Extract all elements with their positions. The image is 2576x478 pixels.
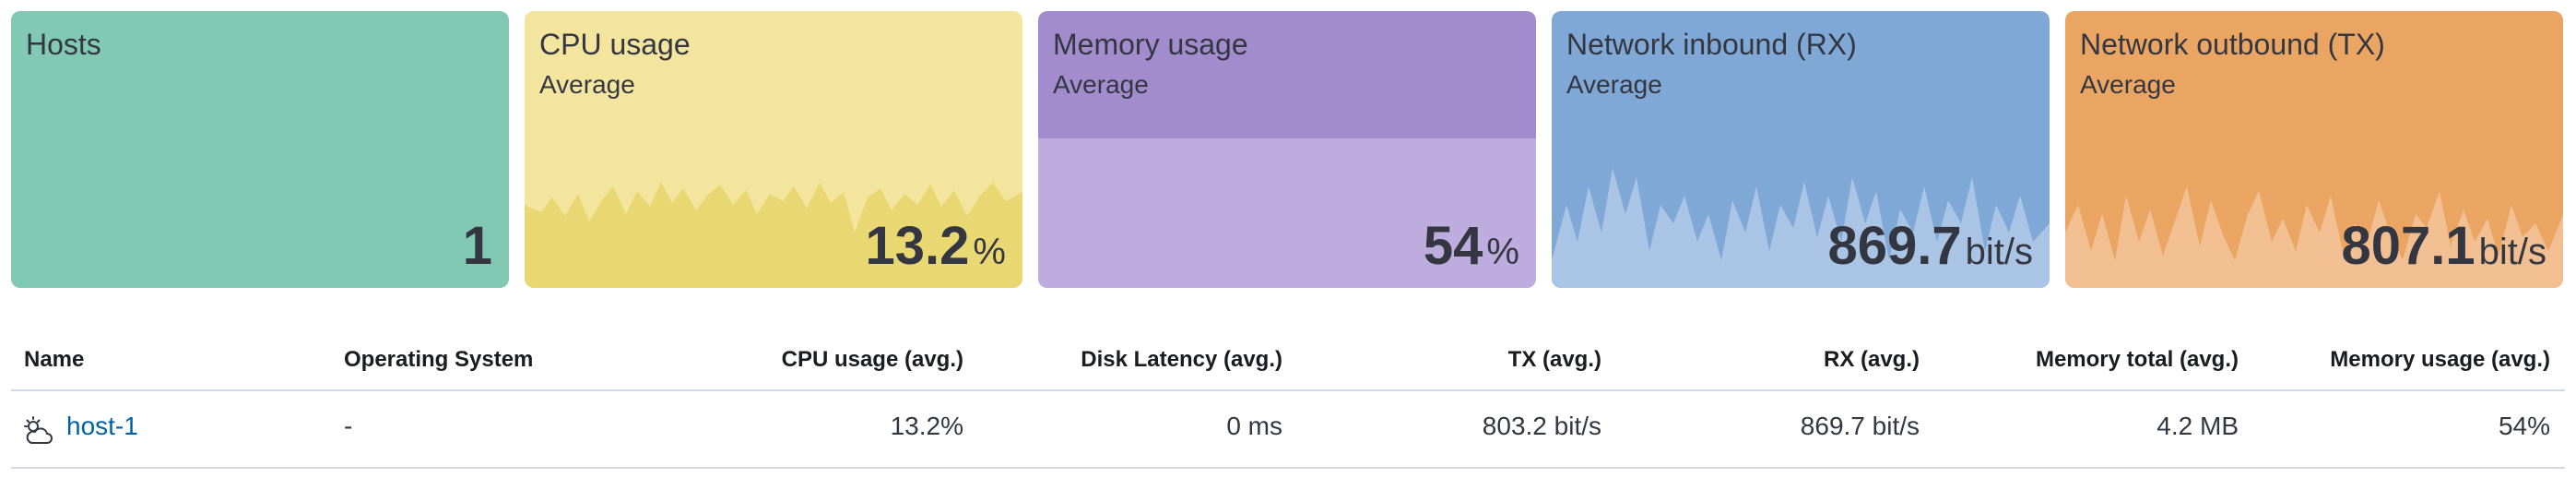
column-header-name[interactable]: Name xyxy=(24,347,84,373)
memory-card-value: 54% xyxy=(1424,220,1519,273)
memory-value: 54 xyxy=(1423,216,1483,276)
memory-card-subtitle: Average xyxy=(1053,70,1149,99)
cloud-sun-icon xyxy=(24,416,53,444)
cpu-card: CPU usage Average 13.2% xyxy=(525,11,1022,288)
network-rx-unit: bit/s xyxy=(1965,232,2033,272)
network-tx-unit: bit/s xyxy=(2478,232,2546,272)
host-disk-latency-cell: 0 ms xyxy=(1226,412,1282,440)
host-rx-cell: 869.7 bit/s xyxy=(1800,412,1920,440)
hosts-card-title: Hosts xyxy=(26,28,101,61)
column-header-memory-total[interactable]: Memory total (avg.) xyxy=(2036,347,2239,373)
network-tx-value: 807.1 xyxy=(2341,216,2476,276)
cpu-unit: % xyxy=(973,232,1006,272)
hosts-value: 1 xyxy=(462,216,492,276)
column-header-memory-usage[interactable]: Memory usage (avg.) xyxy=(2330,347,2550,373)
host-cpu-cell: 13.2% xyxy=(890,412,963,440)
network-rx-card-value: 869.7 bit/s xyxy=(1827,220,2033,273)
column-header-os[interactable]: Operating System xyxy=(344,347,533,373)
hosts-table: Name Operating System CPU usage (avg.) D… xyxy=(11,334,2565,469)
cpu-card-subtitle: Average xyxy=(539,70,635,99)
host-os-cell: - xyxy=(344,412,353,440)
network-rx-card-title: Network inbound (RX) xyxy=(1566,28,1857,61)
network-rx-value: 869.7 xyxy=(1827,216,1962,276)
column-header-rx[interactable]: RX (avg.) xyxy=(1824,347,1920,373)
host-name-link[interactable]: host-1 xyxy=(66,412,138,441)
metric-cards: Hosts 1 CPU usage Average 13.2% Memory u… xyxy=(11,11,2565,288)
network-rx-card-subtitle: Average xyxy=(1566,70,1662,99)
column-header-tx[interactable]: TX (avg.) xyxy=(1508,347,1601,373)
memory-unit: % xyxy=(1486,232,1519,272)
memory-card-title: Memory usage xyxy=(1053,28,1248,61)
hosts-card-value: 1 xyxy=(463,220,492,273)
network-rx-card: Network inbound (RX) Average 869.7 bit/s xyxy=(1552,11,2050,288)
cpu-card-title: CPU usage xyxy=(539,28,691,61)
network-tx-card-title: Network outbound (TX) xyxy=(2080,28,2385,61)
column-header-disk-latency[interactable]: Disk Latency (avg.) xyxy=(1081,347,1282,373)
hosts-card: Hosts 1 xyxy=(11,11,509,288)
column-header-cpu[interactable]: CPU usage (avg.) xyxy=(782,347,963,373)
table-row: host-1 - 13.2% 0 ms 803.2 bit/s 869.7 bi… xyxy=(11,391,2565,469)
cpu-card-value: 13.2% xyxy=(866,220,1006,273)
cpu-value: 13.2 xyxy=(865,216,970,276)
network-tx-card-value: 807.1 bit/s xyxy=(2341,220,2546,273)
host-memory-usage-cell: 54% xyxy=(2498,412,2550,440)
table-header: Name Operating System CPU usage (avg.) D… xyxy=(11,334,2565,391)
host-tx-cell: 803.2 bit/s xyxy=(1482,412,1601,440)
memory-card: Memory usage Average 54% xyxy=(1038,11,1536,288)
network-tx-card-subtitle: Average xyxy=(2080,70,2176,99)
host-memory-total-cell: 4.2 MB xyxy=(2157,412,2239,440)
network-tx-card: Network outbound (TX) Average 807.1 bit/s xyxy=(2065,11,2563,288)
